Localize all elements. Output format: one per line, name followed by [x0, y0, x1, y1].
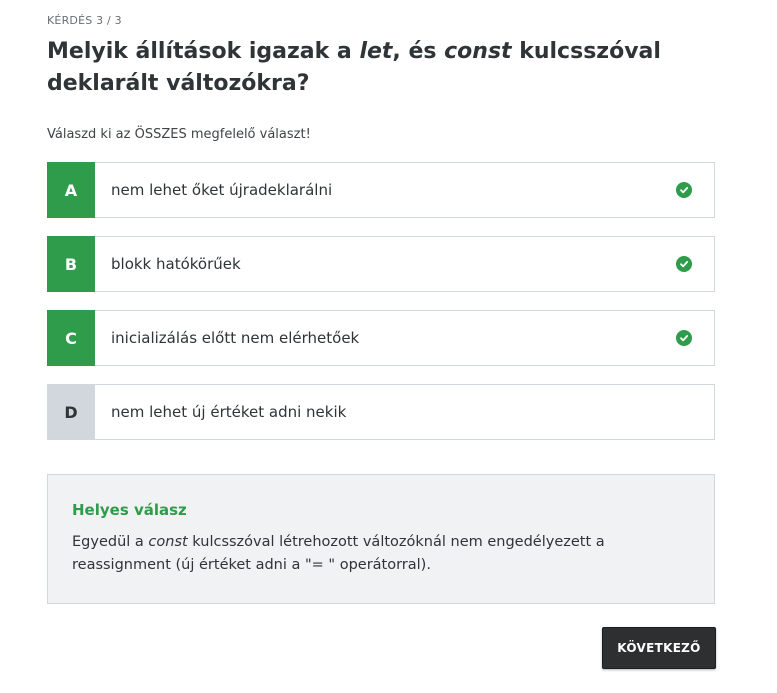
feedback-text-part: Egyedül a — [72, 534, 149, 550]
question-text-part: Melyik állítások igazak a — [47, 39, 360, 64]
feedback-title: Helyes válasz — [72, 501, 187, 519]
feedback-keyword: const — [148, 534, 188, 550]
feedback-panel: Helyes válasz Egyedül a const kulcsszóva… — [47, 474, 715, 604]
feedback-text: Egyedül a const kulcsszóval létrehozott … — [72, 531, 690, 577]
next-button[interactable]: KÖVETKEZŐ — [602, 627, 716, 669]
instruction-text: Válaszd ki az ÖSSZES megfelelő választ! — [47, 127, 311, 142]
answer-text: inicializálás előtt nem elérhetőek — [111, 329, 360, 347]
answer-option-a[interactable]: A nem lehet őket újradeklarálni — [47, 162, 715, 218]
check-circle-icon — [676, 330, 692, 346]
answer-letter: B — [47, 236, 95, 292]
check-circle-icon — [676, 182, 692, 198]
check-circle-icon — [676, 256, 692, 272]
answer-status — [654, 385, 714, 439]
answer-text: nem lehet őket újradeklarálni — [111, 181, 333, 199]
answer-option-b[interactable]: B blokk hatókörűek — [47, 236, 715, 292]
question-keyword-let: let — [359, 39, 393, 64]
answer-list: A nem lehet őket újradeklarálni B blokk … — [47, 162, 715, 458]
answer-status — [654, 237, 714, 291]
answer-letter: C — [47, 310, 95, 366]
question-counter: KÉRDÉS 3 / 3 — [47, 14, 122, 27]
answer-option-c[interactable]: C inicializálás előtt nem elérhetőek — [47, 310, 715, 366]
answer-letter: D — [47, 384, 95, 440]
question-keyword-const: const — [444, 39, 512, 64]
answer-option-d[interactable]: D nem lehet új értéket adni nekik — [47, 384, 715, 440]
answer-status — [654, 311, 714, 365]
answer-text: blokk hatókörűek — [111, 255, 241, 273]
answer-status — [654, 163, 714, 217]
quiz-page: KÉRDÉS 3 / 3 Melyik állítások igazak a l… — [0, 0, 777, 693]
question-title: Melyik állítások igazak a let, és const … — [47, 36, 727, 100]
question-text-part: , és — [392, 39, 445, 64]
answer-letter: A — [47, 162, 95, 218]
answer-text: nem lehet új értéket adni nekik — [111, 403, 347, 421]
